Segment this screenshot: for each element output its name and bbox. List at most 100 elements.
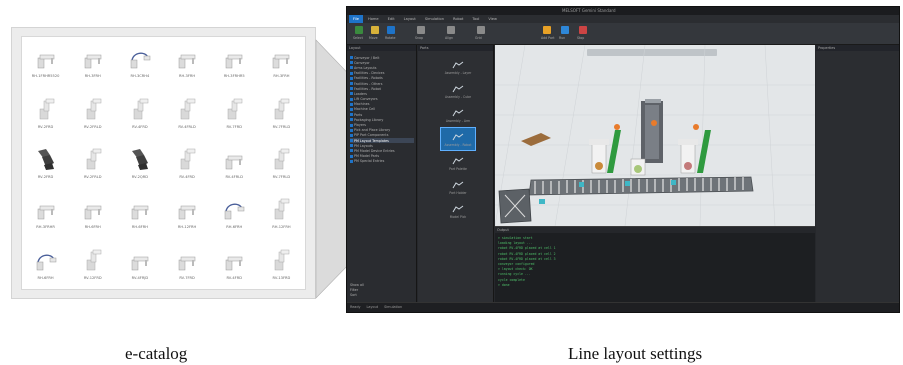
- checkbox-icon[interactable]: [350, 107, 353, 111]
- ribbon-button[interactable]: [371, 26, 379, 34]
- catalog-item[interactable]: RV-7FRD: [211, 87, 258, 137]
- catalog-item-caption: RV-2QRD: [131, 174, 149, 179]
- checkbox-icon[interactable]: [350, 76, 353, 80]
- ribbon-button[interactable]: [447, 26, 455, 34]
- part-item[interactable]: Part Palette: [440, 151, 476, 175]
- part-item[interactable]: Model Pick: [440, 199, 476, 223]
- ribbon-button[interactable]: [477, 26, 485, 34]
- ribbon-button-label: Select: [353, 36, 363, 40]
- catalog-item[interactable]: RV-7FRLD: [258, 87, 305, 137]
- checkbox-icon[interactable]: [350, 113, 353, 117]
- catalog-item[interactable]: RV-4FRD: [116, 87, 163, 137]
- checkbox-icon[interactable]: [350, 97, 353, 101]
- catalog-item[interactable]: RH-12FRH: [258, 188, 305, 238]
- catalog-item-caption: RH-3FRHR: [36, 225, 55, 230]
- tree-item-label: Parts: [354, 112, 363, 117]
- tree-item[interactable]: PM Special Entries: [350, 159, 414, 164]
- ribbon-button[interactable]: [543, 26, 551, 34]
- ribbon-button-label: Rotate: [385, 36, 396, 40]
- scara-robot-icon: [84, 206, 101, 220]
- catalog-item[interactable]: RV-13FRD: [258, 239, 305, 289]
- checkbox-icon[interactable]: [350, 139, 353, 143]
- tree-item-label: PIP Part Components: [354, 133, 389, 138]
- catalog-item[interactable]: RV-4FRLD: [164, 87, 211, 137]
- checkbox-icon[interactable]: [350, 61, 353, 65]
- checkbox-icon[interactable]: [350, 154, 353, 158]
- catalog-item[interactable]: RV-2FRD: [22, 87, 69, 137]
- catalog-item[interactable]: RV-2QRD: [116, 138, 163, 188]
- scara-robot-icon: [273, 54, 290, 69]
- checkbox-icon[interactable]: [350, 82, 353, 86]
- ribbon-button[interactable]: [561, 26, 569, 34]
- ribbon-tab[interactable]: Tool: [468, 15, 483, 23]
- ribbon-tab[interactable]: Edit: [384, 15, 399, 23]
- catalog-item[interactable]: RV-4FRD: [164, 138, 211, 188]
- catalog-item[interactable]: RH-3FRH: [69, 37, 116, 87]
- catalog-item-caption: RV-7FRLD: [272, 124, 291, 129]
- ribbon-tab[interactable]: Simulation: [421, 15, 448, 23]
- ribbon-tab[interactable]: File: [349, 15, 364, 23]
- ribbon-tab[interactable]: Robot: [449, 15, 467, 23]
- catalog-item[interactable]: RH-6FRH: [69, 188, 116, 238]
- 3d-viewport[interactable]: [495, 45, 815, 226]
- scara-robot-icon: [131, 256, 149, 271]
- ribbon-button[interactable]: [355, 26, 363, 34]
- part-item[interactable]: Assembly - Cube: [440, 79, 476, 103]
- robot-arm-icon: [452, 109, 464, 116]
- catalog-item[interactable]: RV-4FRJD: [116, 239, 163, 289]
- checkbox-icon[interactable]: [350, 71, 353, 75]
- checkbox-icon[interactable]: [350, 102, 353, 106]
- ribbon-tab[interactable]: View: [484, 15, 501, 23]
- checkbox-icon[interactable]: [350, 87, 353, 91]
- ribbon-button[interactable]: [417, 26, 425, 34]
- layout-option[interactable]: Sort: [350, 293, 364, 298]
- ribbon-button[interactable]: [579, 26, 587, 34]
- catalog-item[interactable]: RV-7FRLD: [258, 138, 305, 188]
- catalog-item[interactable]: RH-3FRH: [258, 37, 305, 87]
- catalog-item[interactable]: RH-3FRHR: [22, 188, 69, 238]
- part-item[interactable]: Assembly - Robot: [440, 127, 476, 151]
- part-item[interactable]: Assembly - Arm: [440, 103, 476, 127]
- tree-item-label: Machines: [354, 102, 370, 107]
- ribbon-button-label: Align: [445, 36, 453, 40]
- scara-robot-icon: [178, 256, 196, 271]
- catalog-item[interactable]: RV-7FRD: [164, 239, 211, 289]
- catalog-item[interactable]: RH-6FRH: [211, 188, 258, 238]
- catalog-item[interactable]: RV-2FRLD: [69, 87, 116, 137]
- checkbox-icon[interactable]: [350, 123, 353, 127]
- catalog-item[interactable]: RH-12FRH: [164, 188, 211, 238]
- ribbon-tab[interactable]: Layout: [400, 15, 420, 23]
- part-item[interactable]: Part Holder: [440, 175, 476, 199]
- checkbox-icon[interactable]: [350, 149, 353, 153]
- catalog-item[interactable]: RH-6FRH: [22, 239, 69, 289]
- checkbox-icon[interactable]: [350, 118, 353, 122]
- catalog-item[interactable]: RH-3CRH4: [116, 37, 163, 87]
- part-item[interactable]: Assembly - Layer: [440, 55, 476, 79]
- catalog-item[interactable]: RV-2FRLD: [69, 138, 116, 188]
- checkbox-icon[interactable]: [350, 128, 353, 132]
- catalog-item[interactable]: RV-12FRD: [69, 239, 116, 289]
- catalog-item-caption: RH-6FRH: [37, 275, 54, 280]
- robot-arm-icon: [452, 133, 464, 140]
- vertical-robot-icon: [275, 148, 290, 170]
- catalog-item[interactable]: RH-3FRH: [164, 37, 211, 87]
- robot-arm-1: [589, 139, 609, 174]
- assembly-cube-icon: [452, 85, 464, 92]
- catalog-item[interactable]: RH-6FRH: [116, 188, 163, 238]
- checkbox-icon[interactable]: [350, 92, 353, 96]
- checkbox-icon[interactable]: [350, 159, 353, 163]
- checkbox-icon[interactable]: [350, 144, 353, 148]
- vertical-robot-icon: [86, 249, 101, 271]
- ribbon-button[interactable]: [387, 26, 395, 34]
- checkbox-icon[interactable]: [350, 66, 353, 70]
- catalog-item[interactable]: RV-4FRLD: [211, 138, 258, 188]
- checkbox-icon[interactable]: [350, 133, 353, 137]
- layout-tree: Conveyor / Belt Conveyor Arms Layouts Facil…: [350, 55, 414, 288]
- catalog-item[interactable]: RV-4FRD: [211, 239, 258, 289]
- holder-icon: [452, 181, 464, 188]
- checkbox-icon[interactable]: [350, 56, 353, 60]
- catalog-item[interactable]: RH-3FRHR5: [211, 37, 258, 87]
- catalog-item[interactable]: RH-1FRHR5520: [22, 37, 69, 87]
- catalog-item[interactable]: RV-2FRD: [22, 138, 69, 188]
- ribbon-tab[interactable]: Home: [364, 15, 383, 23]
